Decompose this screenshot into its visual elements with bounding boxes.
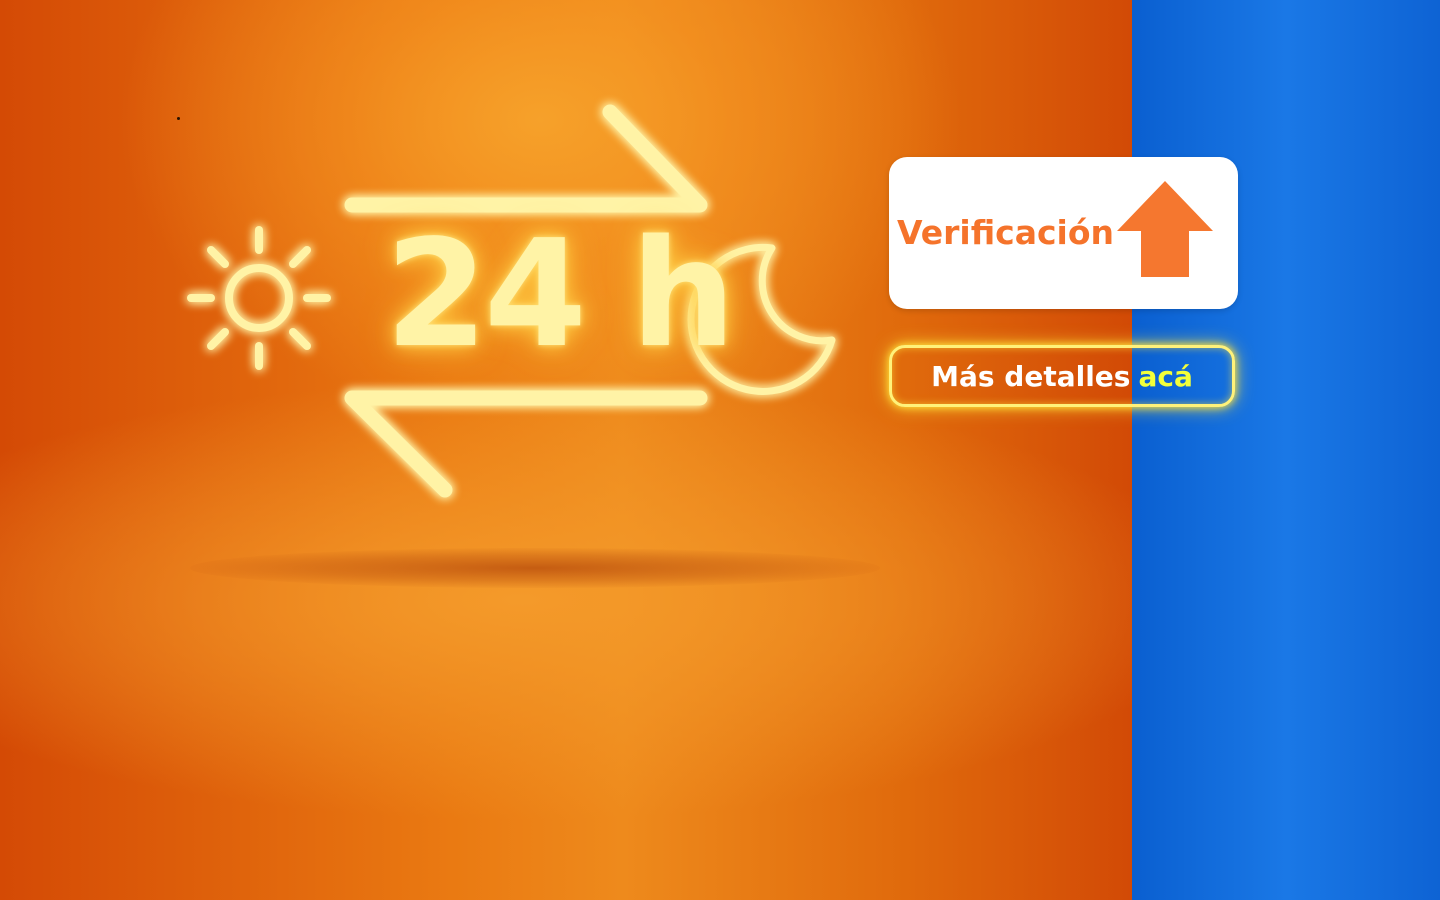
verification-card[interactable]: Verificación <box>889 157 1238 309</box>
floor-shadow <box>190 548 880 588</box>
here-link[interactable]: acá <box>1138 360 1192 393</box>
verification-label: Verificación <box>897 213 1115 252</box>
arrow-right-icon <box>344 104 708 213</box>
hours-badge: 24 h <box>385 208 736 380</box>
arrow-up-icon <box>1117 181 1213 277</box>
arrow-left-icon <box>344 390 708 498</box>
more-details-button[interactable]: Más detalles acá <box>889 345 1235 407</box>
more-details-text: Más detalles <box>931 359 1131 393</box>
sun-icon <box>187 226 331 370</box>
blue-background-panel <box>1132 0 1440 900</box>
